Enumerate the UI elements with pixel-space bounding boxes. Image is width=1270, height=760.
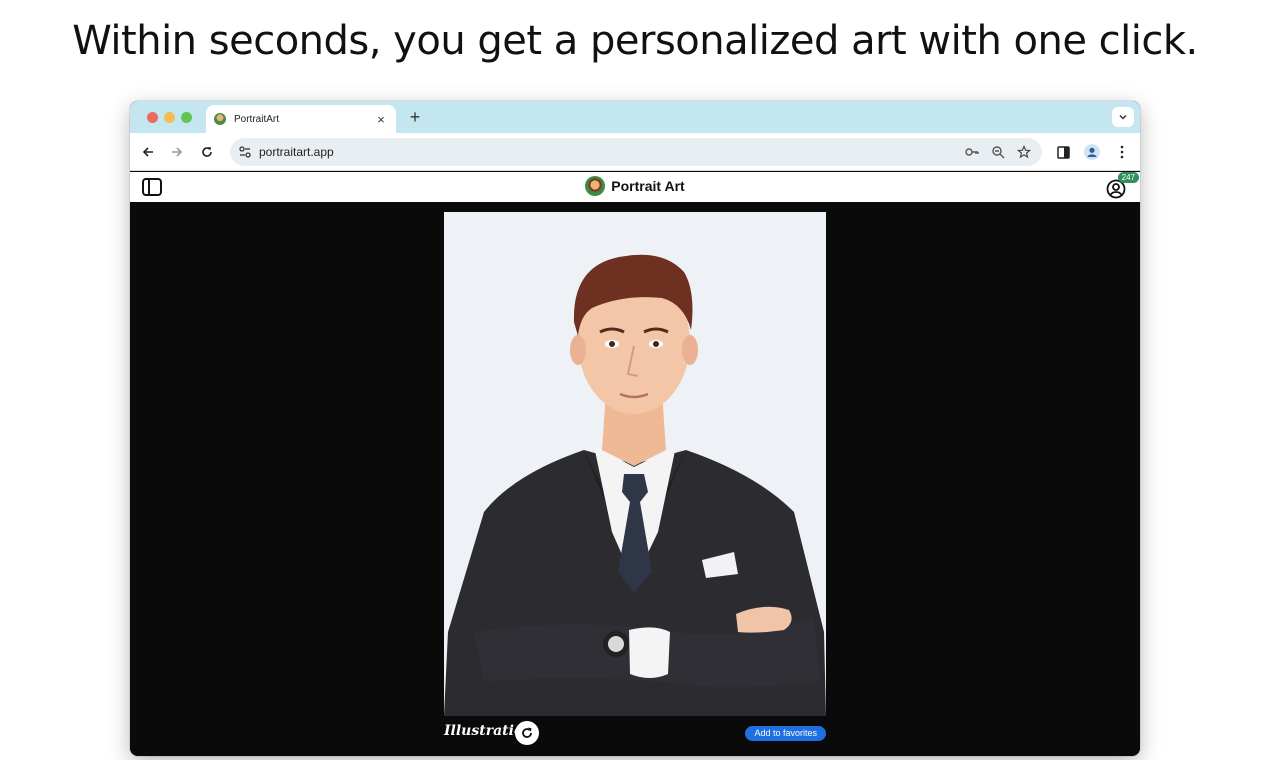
reload-icon[interactable] <box>199 144 215 160</box>
tab-close-button[interactable]: × <box>374 112 388 127</box>
forward-icon[interactable] <box>169 144 185 160</box>
app-header: Portrait Art 247 <box>130 172 1140 202</box>
browser-tab[interactable]: PortraitArt × <box>206 105 396 133</box>
browser-window: PortraitArt × + portraitart.app Portrait… <box>130 101 1140 756</box>
back-icon[interactable] <box>140 144 156 160</box>
account-badge: 247 <box>1117 172 1139 183</box>
browser-toolbar: portraitart.app <box>130 133 1140 171</box>
minimize-window-button[interactable] <box>164 112 175 123</box>
star-icon[interactable] <box>1016 144 1032 160</box>
tab-strip: PortraitArt × + <box>130 101 1140 133</box>
tab-title: PortraitArt <box>234 113 280 125</box>
brand-name: Portrait Art <box>611 178 685 194</box>
refresh-icon <box>522 727 532 738</box>
regenerate-button[interactable] <box>515 721 539 745</box>
maximize-window-button[interactable] <box>181 112 192 123</box>
brand[interactable]: Portrait Art <box>130 176 1140 196</box>
menu-icon[interactable] <box>1114 144 1130 160</box>
zoom-icon[interactable] <box>990 144 1006 160</box>
side-panel-icon[interactable] <box>1055 144 1071 160</box>
brand-logo-icon <box>585 176 606 196</box>
favicon-icon <box>214 113 226 125</box>
new-tab-button[interactable]: + <box>406 107 424 128</box>
generated-portrait-image[interactable] <box>444 212 826 716</box>
portrait-actions: Illustration Add to favorites <box>444 719 826 747</box>
address-bar[interactable]: portraitart.app <box>230 138 1042 166</box>
close-window-button[interactable] <box>147 112 158 123</box>
viewer-area: Illustration Add to favorites <box>130 202 1140 756</box>
page-headline: Within seconds, you get a personalized a… <box>72 18 1198 64</box>
site-settings-icon[interactable] <box>237 144 253 160</box>
tab-search-icon[interactable] <box>1112 107 1134 127</box>
url-text[interactable]: portraitart.app <box>259 145 964 159</box>
profile-icon[interactable] <box>1084 144 1100 160</box>
key-icon[interactable] <box>964 144 980 160</box>
add-to-favorites-button[interactable]: Add to favorites <box>745 726 826 741</box>
